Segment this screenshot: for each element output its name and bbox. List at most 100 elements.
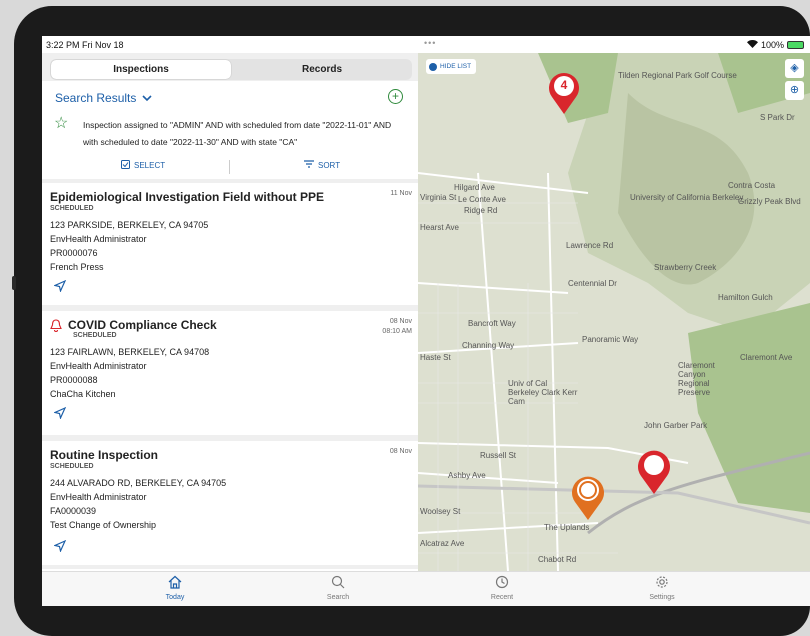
card-date: 11 Nov — [390, 190, 412, 197]
segmented-control: Inspections Records — [50, 59, 412, 80]
multitask-dots[interactable]: ••• — [424, 38, 436, 48]
select-label: SELECT — [134, 161, 166, 170]
map-label: John Garber Park — [644, 421, 708, 430]
card-title: Routine Inspection — [50, 448, 158, 462]
map-label: University of California Berkeley — [630, 193, 744, 202]
chevron-left-icon — [429, 62, 437, 71]
card-record: PR0000076 — [50, 248, 98, 258]
card-details: 123 PARKSIDE, BERKELEY, CA 94705 EnvHeal… — [50, 218, 208, 274]
card-assignee: EnvHealth Administrator — [50, 234, 147, 244]
card-assignee: EnvHealth Administrator — [50, 361, 147, 371]
sort-label: SORT — [318, 160, 341, 170]
map-label: Haste St — [420, 353, 451, 362]
card-title: Epidemiological Investigation Field with… — [50, 190, 325, 204]
clock-icon — [462, 575, 542, 594]
card-assignee: EnvHealth Administrator — [50, 492, 147, 502]
card-status: SCHEDULED — [73, 332, 117, 339]
card-date: 08 Nov 08:10 AM — [382, 318, 412, 335]
map-label: Ridge Rd — [464, 206, 498, 215]
search-query: Inspection assigned to "ADMIN" AND with … — [83, 120, 392, 147]
wifi-icon — [746, 40, 758, 50]
list-actions: SELECT SORT — [42, 160, 418, 174]
card-status: SCHEDULED — [50, 463, 94, 470]
list-panel: Inspections Records Search Results + ☆ I… — [42, 53, 418, 571]
hide-list-label: HIDE LIST — [440, 63, 472, 70]
map-label: Channing Way — [462, 341, 515, 350]
tab-records[interactable]: Records — [232, 59, 412, 80]
card-address: 123 FAIRLAWN, BERKELEY, CA 94708 — [50, 347, 210, 357]
card-business: ChaCha Kitchen — [50, 389, 116, 399]
card-details: 244 ALVARADO RD, BERKELEY, CA 94705 EnvH… — [50, 476, 226, 532]
map-label: Lawrence Rd — [566, 241, 614, 250]
action-divider — [229, 160, 230, 174]
card-date: 08 Nov — [389, 448, 412, 455]
navigate-icon[interactable] — [53, 406, 67, 422]
home-icon — [135, 575, 215, 594]
hide-list-button[interactable]: HIDE LIST — [426, 59, 476, 74]
status-time: 3:22 PM Fri Nov 18 — [46, 40, 124, 50]
status-bar: 3:22 PM Fri Nov 18 ••• 100% — [42, 36, 810, 53]
card-business: French Press — [50, 262, 104, 272]
map-label: Ashby Ave — [448, 471, 486, 480]
search-header: Search Results + ☆ Inspection assigned t… — [42, 81, 418, 179]
card-record: PR0000088 — [50, 375, 98, 385]
map-label: Strawberry Creek — [654, 263, 717, 272]
add-button[interactable]: + — [388, 89, 403, 104]
inspection-card[interactable]: COVID Compliance Check SCHEDULED 08 Nov 0… — [42, 311, 418, 435]
chevron-down-icon — [142, 91, 152, 105]
bell-icon — [50, 319, 62, 337]
card-address: 244 ALVARADO RD, BERKELEY, CA 94705 — [50, 478, 227, 488]
layers-icon[interactable]: ◈ — [785, 59, 804, 78]
star-icon[interactable]: ☆ — [54, 113, 68, 133]
side-button — [12, 276, 16, 290]
map-label: Contra Costa — [728, 181, 776, 190]
map-label: Woolsey St — [420, 507, 461, 516]
select-button[interactable]: SELECT — [121, 160, 165, 171]
search-icon — [298, 575, 378, 594]
search-results-title: Search Results — [55, 91, 137, 105]
inspection-card[interactable]: Epidemiological Investigation Field with… — [42, 183, 418, 305]
map-pin-orange[interactable] — [570, 473, 606, 526]
map-label: Hamilton Gulch — [718, 293, 773, 302]
tab-settings[interactable]: Settings — [622, 575, 702, 601]
map-label: Univ of Cal Berkeley Clark Kerr Cam — [508, 379, 578, 406]
tab-inspections[interactable]: Inspections — [51, 60, 231, 79]
app-screen: 3:22 PM Fri Nov 18 ••• 100% Inspections … — [42, 36, 810, 606]
checkbox-icon — [121, 160, 130, 171]
tab-search[interactable]: Search — [298, 575, 378, 601]
map-label: Claremont Ave — [740, 353, 793, 362]
navigate-icon[interactable] — [53, 279, 67, 295]
cluster-count: 4 — [560, 78, 568, 92]
battery-icon — [787, 41, 804, 49]
card-address: 123 PARKSIDE, BERKELEY, CA 94705 — [50, 220, 209, 230]
sort-button[interactable]: SORT — [304, 160, 340, 170]
search-results-dropdown[interactable]: Search Results — [55, 91, 152, 105]
map-label: Virginia St — [420, 193, 457, 202]
map-label: Bancroft Way — [468, 319, 516, 328]
gear-icon — [622, 575, 702, 594]
map-label: Hilgard Ave — [454, 183, 495, 192]
card-business: Test Change of Ownership — [50, 520, 157, 530]
map-pin-red[interactable] — [636, 447, 672, 500]
tab-recent[interactable]: Recent — [462, 575, 542, 601]
tab-search-label: Search — [326, 594, 350, 601]
tab-settings-label: Settings — [649, 594, 675, 601]
tab-today-label: Today — [165, 594, 185, 601]
card-status: SCHEDULED — [50, 205, 94, 212]
battery-status: 100% — [746, 40, 804, 50]
map-view[interactable]: HIDE LIST ◈ ⊕ Tilden Regional Park Golf … — [418, 53, 810, 571]
map-label: Hearst Ave — [420, 223, 459, 232]
inspection-card[interactable]: Routine Inspection SCHEDULED 08 Nov 244 … — [42, 441, 418, 565]
map-background — [418, 53, 810, 571]
map-pin-cluster[interactable]: 4 — [546, 69, 582, 115]
map-label: S Park Dr — [760, 113, 795, 122]
tab-today[interactable]: Today — [135, 575, 215, 601]
map-label: Alcatraz Ave — [420, 539, 465, 548]
navigate-icon[interactable] — [53, 539, 67, 555]
card-details: 123 FAIRLAWN, BERKELEY, CA 94708 EnvHeal… — [50, 345, 209, 401]
map-label: Tilden Regional Park Golf Course — [618, 71, 737, 80]
bottom-tab-bar: Today Search Recent Settings — [42, 571, 810, 606]
map-label: Claremont Canyon Regional Preserve — [678, 361, 715, 397]
locate-icon[interactable]: ⊕ — [785, 81, 804, 100]
map-label: Russell St — [480, 451, 517, 460]
